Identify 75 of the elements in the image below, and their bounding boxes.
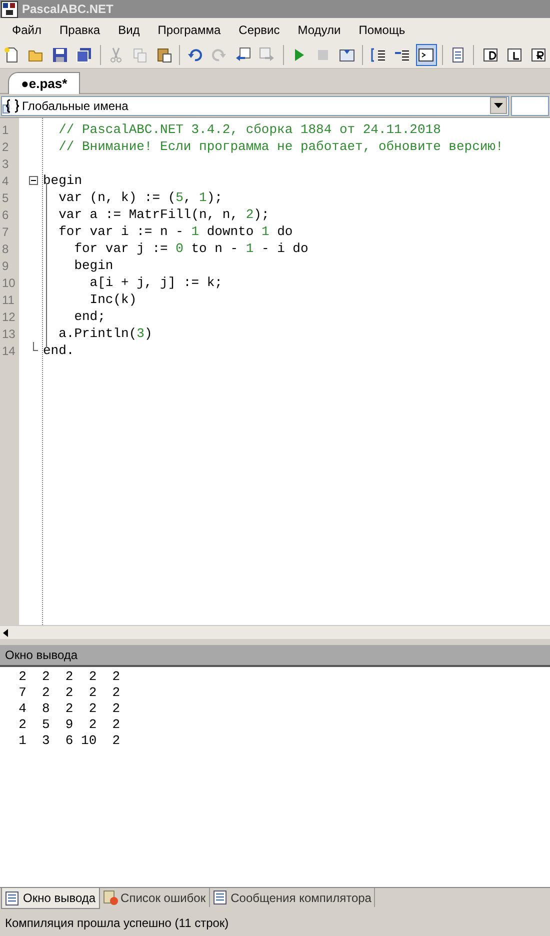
output-line: 2 2 2 2 2 bbox=[18, 669, 122, 685]
line-number: 1 bbox=[2, 122, 10, 138]
line-number: 9 bbox=[2, 258, 10, 274]
redo-icon bbox=[211, 47, 228, 63]
line-number: 5 bbox=[2, 190, 10, 206]
clipboard-icon bbox=[156, 47, 172, 63]
panel-tab[interactable]: Окно вывода bbox=[1, 888, 100, 909]
menu-item[interactable]: Файл bbox=[3, 21, 51, 39]
list-icon bbox=[212, 890, 228, 905]
window-title: PascalABC.NET bbox=[22, 1, 114, 18]
code-line: for var j := 0 to n - 1 - i do bbox=[73, 240, 308, 258]
line-number: 6 bbox=[2, 206, 10, 224]
line-number: 2 bbox=[2, 138, 10, 156]
list-page-icon bbox=[450, 47, 466, 63]
line-number: 7 bbox=[2, 224, 10, 240]
braces-icon bbox=[2, 98, 22, 114]
output-line: 4 8 2 2 2 bbox=[18, 701, 122, 717]
dropdown-button[interactable] bbox=[490, 97, 507, 114]
line-number: 3 bbox=[2, 156, 10, 172]
forward-icon bbox=[259, 47, 276, 63]
code-line: for var i := n - 1 downto 1 do bbox=[58, 222, 293, 241]
line-number: 8 bbox=[2, 240, 10, 258]
combo-value: Глобальные имена bbox=[22, 98, 130, 114]
page-d-icon bbox=[482, 47, 498, 63]
panel-tab[interactable]: Список ошибок bbox=[100, 888, 210, 907]
code-line: Inc(k) bbox=[88, 290, 137, 309]
line-number: 4 bbox=[2, 172, 10, 190]
code-line: end. bbox=[43, 342, 74, 360]
page-r-icon bbox=[530, 47, 546, 63]
code-line: var (n, k) := (5, 1); bbox=[58, 188, 222, 207]
collapse-icon[interactable] bbox=[29, 176, 38, 185]
toolbar-button[interactable] bbox=[416, 44, 437, 66]
line-number: 11 bbox=[2, 292, 16, 308]
menu-item[interactable]: Сервис bbox=[230, 21, 289, 39]
undo-icon bbox=[187, 47, 204, 63]
compile-icon bbox=[338, 47, 355, 63]
code-line: var a := MatrFill(n, n, 2); bbox=[58, 206, 270, 224]
window-list-icon bbox=[5, 890, 20, 906]
code-line: begin bbox=[73, 256, 114, 275]
status-text: Компиляция прошла успешно (11 строк) bbox=[5, 915, 229, 932]
caret-icon bbox=[494, 103, 503, 108]
line-number: 12 bbox=[2, 308, 16, 326]
scissors-icon bbox=[108, 47, 124, 63]
copy-icon bbox=[132, 47, 148, 63]
line-number: 10 bbox=[2, 274, 16, 292]
step-into-icon bbox=[370, 47, 386, 63]
back-icon bbox=[235, 47, 252, 63]
document-icon bbox=[4, 47, 20, 63]
code-line: // PascalABC.NET 3.4.2, сборка 1884 от 24.11.2018 bbox=[58, 120, 441, 139]
code-line: // Внимание! Если программа не работает, обновите версию! bbox=[58, 138, 504, 156]
line-number: 14 bbox=[2, 342, 16, 360]
code-line: a.Println(3) bbox=[58, 324, 152, 343]
code-line: end; bbox=[73, 308, 106, 326]
menu-item[interactable]: Модули bbox=[288, 21, 350, 39]
output-line: 1 3 6 10 2 bbox=[18, 733, 122, 749]
page-l-icon bbox=[506, 47, 522, 63]
floppy-stack-icon bbox=[76, 47, 92, 63]
menu-item[interactable]: Программа bbox=[148, 21, 230, 39]
floppy-icon bbox=[52, 47, 68, 63]
horizontal-scrollbar[interactable] bbox=[0, 625, 550, 639]
code-line: begin bbox=[43, 172, 82, 190]
file-tab[interactable]: ●e.pas* bbox=[8, 72, 80, 94]
clipboard-error-icon bbox=[102, 890, 118, 905]
line-number: 13 bbox=[2, 326, 16, 342]
output-line: 7 2 2 2 2 bbox=[18, 685, 122, 701]
menu-item[interactable]: Правка bbox=[50, 21, 110, 39]
app-logo-icon bbox=[1, 0, 18, 18]
panel-tab[interactable]: Сообщения компилятора bbox=[210, 888, 376, 907]
code-line: a[i + j, j] := k; bbox=[88, 274, 222, 292]
menu-item[interactable]: Помощь bbox=[350, 21, 414, 39]
scope-combo[interactable]: Глобальные имена bbox=[1, 96, 509, 116]
output-line: 2 5 9 2 2 bbox=[18, 717, 122, 733]
console-icon bbox=[418, 47, 434, 63]
menu-item[interactable]: Вид bbox=[109, 21, 149, 39]
panel-title: Окно вывода bbox=[5, 647, 78, 664]
